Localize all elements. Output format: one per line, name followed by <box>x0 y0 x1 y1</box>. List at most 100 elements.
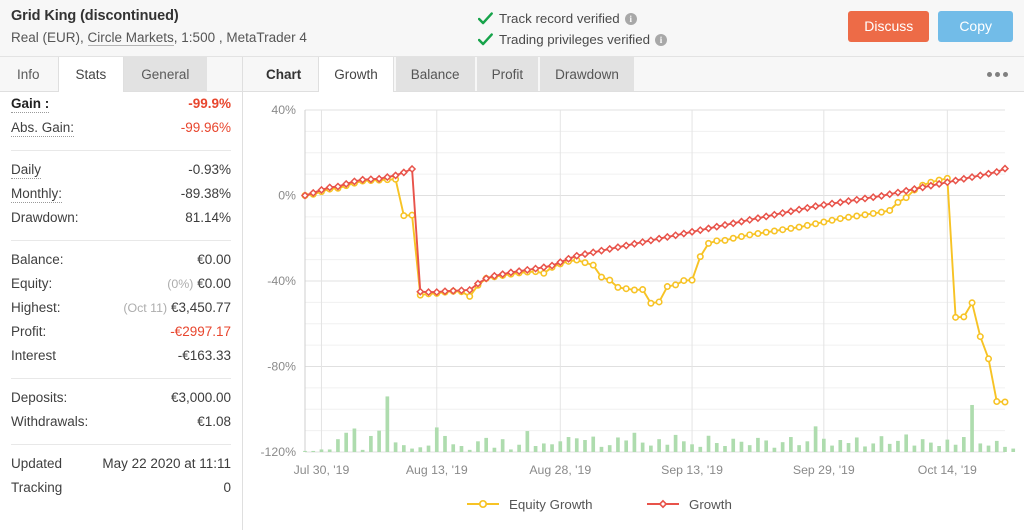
volume-bar <box>879 436 884 452</box>
chart-tab-profit[interactable]: Profit <box>476 57 539 91</box>
volume-bar <box>871 443 876 452</box>
account-summary: Grid King (discontinued) Real (EUR), Cir… <box>11 7 307 48</box>
volume-bar <box>863 446 867 452</box>
info-icon[interactable]: i <box>655 33 668 46</box>
volume-bar <box>657 439 661 452</box>
chart-tab-balance[interactable]: Balance <box>395 57 475 91</box>
data-point <box>968 299 976 307</box>
volume-bar <box>484 437 489 452</box>
volume-bar <box>929 442 933 452</box>
volume-bar <box>706 435 711 452</box>
page-header: Grid King (discontinued) Real (EUR), Cir… <box>0 0 1024 57</box>
data-point <box>540 269 548 277</box>
volume-bar <box>896 440 900 452</box>
data-point <box>1000 164 1010 173</box>
stat-value-text: €3,450.77 <box>170 300 231 315</box>
volume-bar <box>649 445 653 452</box>
data-point <box>844 196 853 206</box>
data-point <box>976 171 985 180</box>
data-point <box>720 220 730 230</box>
copy-button[interactable]: Copy <box>938 11 1013 42</box>
data-point <box>877 208 885 216</box>
data-point <box>630 239 639 248</box>
x-tick-label: Jul 30, '19 <box>294 463 350 477</box>
stat-label: Equity: <box>11 276 53 291</box>
data-point <box>466 292 474 300</box>
stats-group: Updated May 22 2020 at 11:11 Tracking 0 <box>11 452 231 504</box>
volume-bar <box>574 438 579 452</box>
sidebar-tab-stats[interactable]: Stats <box>57 57 125 92</box>
divider <box>11 378 231 379</box>
volume-bar <box>887 443 892 452</box>
sidebar-tab-info[interactable]: Info <box>0 57 58 91</box>
stats-list: Gain : -99.9% Abs. Gain: -99.96% Daily -0.93%… <box>0 92 242 504</box>
info-icon[interactable]: i <box>624 12 637 25</box>
stat-label: Updated <box>11 456 63 471</box>
stat-label[interactable]: Abs. Gain: <box>11 120 75 137</box>
volume-bar <box>747 445 752 452</box>
data-point <box>795 205 804 214</box>
stat-value-text: €0.00 <box>197 252 231 267</box>
data-point <box>655 298 663 306</box>
discuss-button[interactable]: Discuss <box>848 11 930 42</box>
volume-bar <box>599 446 604 452</box>
chart-tab-growth[interactable]: Growth <box>318 57 394 92</box>
stat-label[interactable]: Monthly: <box>11 186 63 203</box>
volume-bar <box>920 439 925 452</box>
volume-bar <box>467 449 472 452</box>
volume-bar <box>994 440 999 452</box>
data-point <box>770 227 778 235</box>
data-point <box>993 398 1001 406</box>
verify-label-trading-privileges: Trading privileges verified <box>499 32 651 47</box>
volume-bar <box>566 437 571 452</box>
more-options-icon[interactable] <box>978 57 1014 92</box>
data-point <box>836 198 845 207</box>
data-point <box>580 250 590 259</box>
data-point <box>589 261 597 269</box>
data-point <box>827 199 837 208</box>
sidebar-tabs: Info Stats General <box>0 57 242 92</box>
stat-value: -99.96% <box>181 120 231 135</box>
data-point <box>754 230 762 238</box>
volume-bar <box>789 437 793 452</box>
chart-tab-chart[interactable]: Chart <box>258 57 316 91</box>
legend-label-growth: Growth <box>689 497 732 512</box>
sidebar-tab-general[interactable]: General <box>124 57 208 91</box>
data-point <box>630 286 638 294</box>
data-point <box>679 229 688 238</box>
data-point <box>902 186 911 195</box>
volume-bar <box>352 428 357 452</box>
data-point <box>894 198 902 206</box>
data-point <box>581 259 589 267</box>
volume-bar <box>360 449 365 452</box>
volume-bar <box>311 450 316 452</box>
chart-tab-drawdown[interactable]: Drawdown <box>540 57 634 91</box>
data-point <box>960 313 968 321</box>
data-point <box>597 246 606 255</box>
volume-bar <box>624 440 629 452</box>
chart-panel: Chart Growth Balance Profit Drawdown 40% 0% -4… <box>243 57 1024 530</box>
legend-marker <box>478 499 488 509</box>
stat-label[interactable]: Daily <box>11 162 42 179</box>
stat-row: Updated May 22 2020 at 11:11 <box>11 456 231 480</box>
stat-row: Interest -€163.33 <box>11 348 231 372</box>
volume-bar <box>1003 446 1007 452</box>
chart-tabs: Chart Growth Balance Profit Drawdown <box>243 57 1024 92</box>
stat-label: Tracking <box>11 480 63 495</box>
stat-label[interactable]: Gain : <box>11 96 50 113</box>
stats-group: Gain : -99.9% Abs. Gain: -99.96% <box>11 92 231 144</box>
volume-bar <box>698 446 703 452</box>
stat-value-text: €0.00 <box>197 276 231 291</box>
data-point <box>589 248 598 257</box>
volume-bar <box>978 443 983 452</box>
data-point <box>696 253 704 261</box>
volume-bar <box>756 437 760 452</box>
volume-bar <box>327 449 332 452</box>
volume-bar <box>500 439 505 452</box>
volume-bar <box>632 432 637 452</box>
data-point <box>951 176 960 185</box>
broker-link[interactable]: Circle Markets <box>87 30 174 46</box>
x-tick-label: Sep 13, '19 <box>661 463 723 477</box>
verify-row-track-record: Track record verified i <box>478 9 667 28</box>
data-point <box>663 283 671 291</box>
